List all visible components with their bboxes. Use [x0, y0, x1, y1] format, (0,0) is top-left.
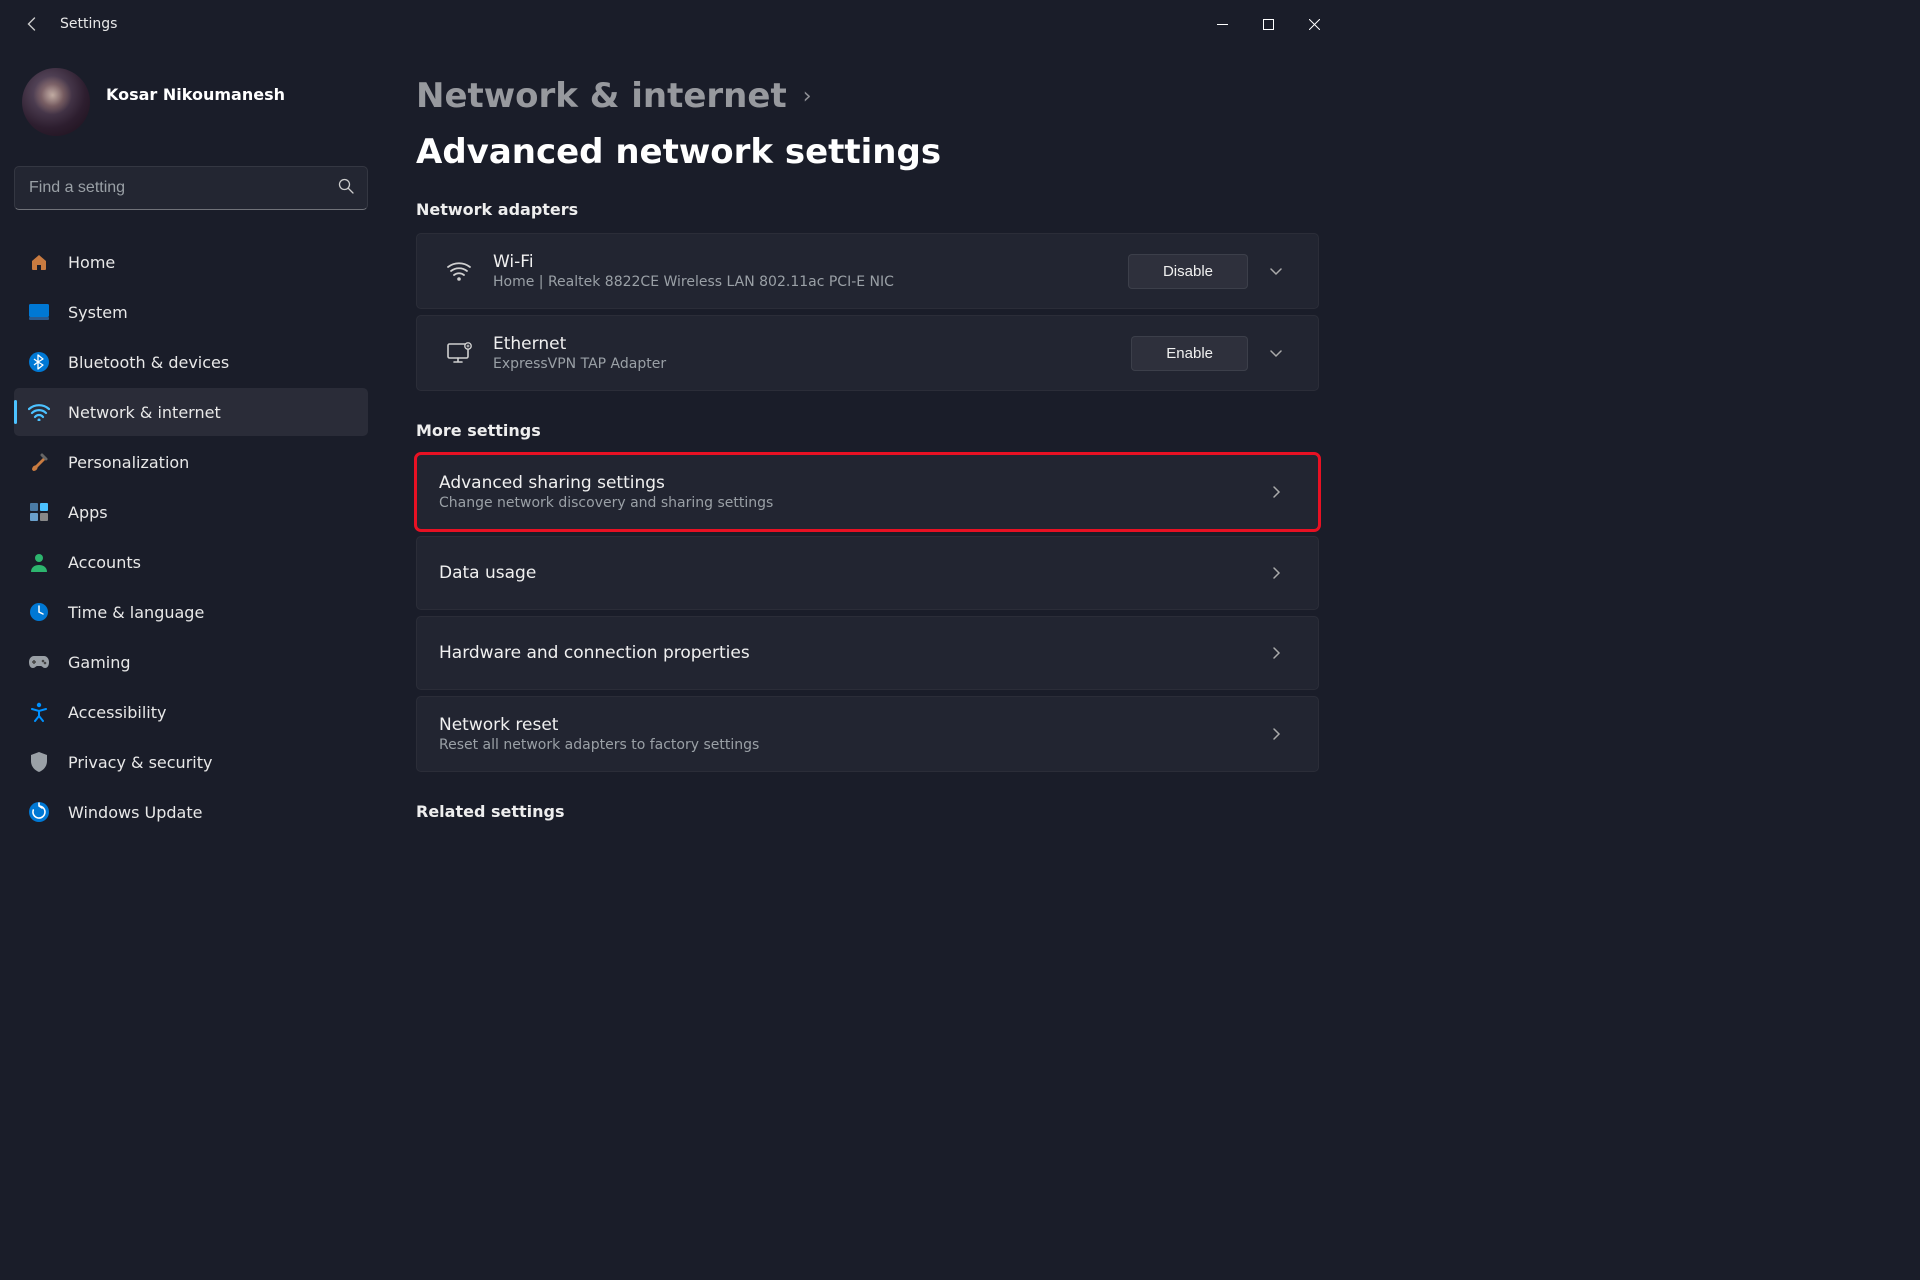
- sidebar-item-label: Network & internet: [68, 403, 221, 422]
- user-profile[interactable]: Kosar Nikoumanesh: [14, 60, 368, 156]
- sidebar-item-home[interactable]: Home: [14, 238, 368, 286]
- sidebar-item-label: Accounts: [68, 553, 141, 572]
- sidebar-item-label: Apps: [68, 503, 108, 522]
- chevron-right-icon: ›: [803, 84, 812, 109]
- user-email-redacted: [106, 104, 306, 120]
- bluetooth-icon: [28, 351, 50, 373]
- sidebar-item-label: System: [68, 303, 128, 322]
- paintbrush-icon: [28, 451, 50, 473]
- chevron-down-icon[interactable]: [1256, 346, 1296, 360]
- page-title: Advanced network settings: [416, 132, 941, 172]
- setting-title: Network reset: [439, 715, 1248, 735]
- sidebar-item-label: Windows Update: [68, 803, 202, 822]
- avatar: [22, 68, 90, 136]
- setting-network-reset[interactable]: Network reset Reset all network adapters…: [416, 696, 1319, 772]
- disable-button[interactable]: Disable: [1128, 254, 1248, 289]
- shield-icon: [28, 751, 50, 773]
- sidebar-item-label: Time & language: [68, 603, 204, 622]
- sidebar-item-time-language[interactable]: Time & language: [14, 588, 368, 636]
- sidebar-item-windows-update[interactable]: Windows Update: [14, 788, 368, 836]
- window-title: Settings: [60, 16, 117, 32]
- sidebar-item-label: Gaming: [68, 653, 131, 672]
- setting-data-usage[interactable]: Data usage: [416, 536, 1319, 610]
- setting-subtitle: Reset all network adapters to factory se…: [439, 737, 1248, 753]
- setting-hardware-properties[interactable]: Hardware and connection properties: [416, 616, 1319, 690]
- ethernet-icon: [439, 342, 479, 364]
- minimize-button[interactable]: [1199, 8, 1245, 40]
- adapter-title: Wi-Fi: [493, 252, 1128, 272]
- accessibility-icon: [28, 701, 50, 723]
- setting-title: Advanced sharing settings: [439, 473, 1248, 493]
- adapter-title: Ethernet: [493, 334, 1131, 354]
- titlebar: Settings: [0, 0, 1345, 48]
- chevron-right-icon: [1256, 485, 1296, 499]
- setting-subtitle: Change network discovery and sharing set…: [439, 495, 1248, 511]
- section-title-related: Related settings: [416, 802, 1319, 821]
- wifi-icon: [28, 401, 50, 423]
- chevron-right-icon: [1256, 727, 1296, 741]
- adapter-wifi[interactable]: Wi-Fi Home | Realtek 8822CE Wireless LAN…: [416, 233, 1319, 309]
- search-icon: [338, 178, 354, 198]
- clock-globe-icon: [28, 601, 50, 623]
- chevron-right-icon: [1256, 646, 1296, 660]
- breadcrumb: Network & internet › Advanced network se…: [416, 76, 1319, 172]
- back-button[interactable]: [16, 8, 48, 40]
- update-icon: [28, 801, 50, 823]
- search-input[interactable]: [14, 166, 368, 210]
- content: Network & internet › Advanced network se…: [382, 48, 1345, 883]
- setting-title: Hardware and connection properties: [439, 643, 1248, 663]
- home-icon: [28, 251, 50, 273]
- wifi-icon: [439, 261, 479, 281]
- sidebar: Kosar Nikoumanesh Home System Bluetooth …: [0, 48, 382, 883]
- sidebar-item-apps[interactable]: Apps: [14, 488, 368, 536]
- system-icon: [28, 301, 50, 323]
- sidebar-item-gaming[interactable]: Gaming: [14, 638, 368, 686]
- chevron-down-icon[interactable]: [1256, 264, 1296, 278]
- close-button[interactable]: [1291, 8, 1337, 40]
- sidebar-item-accessibility[interactable]: Accessibility: [14, 688, 368, 736]
- sidebar-item-label: Accessibility: [68, 703, 166, 722]
- user-name: Kosar Nikoumanesh: [106, 85, 306, 104]
- maximize-button[interactable]: [1245, 8, 1291, 40]
- sidebar-item-label: Privacy & security: [68, 753, 212, 772]
- adapter-subtitle: Home | Realtek 8822CE Wireless LAN 802.1…: [493, 274, 1128, 290]
- setting-title: Data usage: [439, 563, 1248, 583]
- sidebar-item-label: Personalization: [68, 453, 189, 472]
- sidebar-item-personalization[interactable]: Personalization: [14, 438, 368, 486]
- setting-advanced-sharing[interactable]: Advanced sharing settings Change network…: [416, 454, 1319, 530]
- sidebar-item-accounts[interactable]: Accounts: [14, 538, 368, 586]
- sidebar-item-label: Bluetooth & devices: [68, 353, 229, 372]
- adapter-subtitle: ExpressVPN TAP Adapter: [493, 356, 1131, 372]
- sidebar-item-privacy[interactable]: Privacy & security: [14, 738, 368, 786]
- sidebar-item-bluetooth[interactable]: Bluetooth & devices: [14, 338, 368, 386]
- breadcrumb-parent[interactable]: Network & internet: [416, 76, 787, 116]
- sidebar-item-label: Home: [68, 253, 115, 272]
- adapter-ethernet[interactable]: Ethernet ExpressVPN TAP Adapter Enable: [416, 315, 1319, 391]
- section-title-adapters: Network adapters: [416, 200, 1319, 219]
- chevron-right-icon: [1256, 566, 1296, 580]
- gamepad-icon: [28, 651, 50, 673]
- section-title-more: More settings: [416, 421, 1319, 440]
- sidebar-item-system[interactable]: System: [14, 288, 368, 336]
- nav: Home System Bluetooth & devices Network …: [14, 238, 368, 836]
- apps-icon: [28, 501, 50, 523]
- enable-button[interactable]: Enable: [1131, 336, 1248, 371]
- person-icon: [28, 551, 50, 573]
- sidebar-item-network[interactable]: Network & internet: [14, 388, 368, 436]
